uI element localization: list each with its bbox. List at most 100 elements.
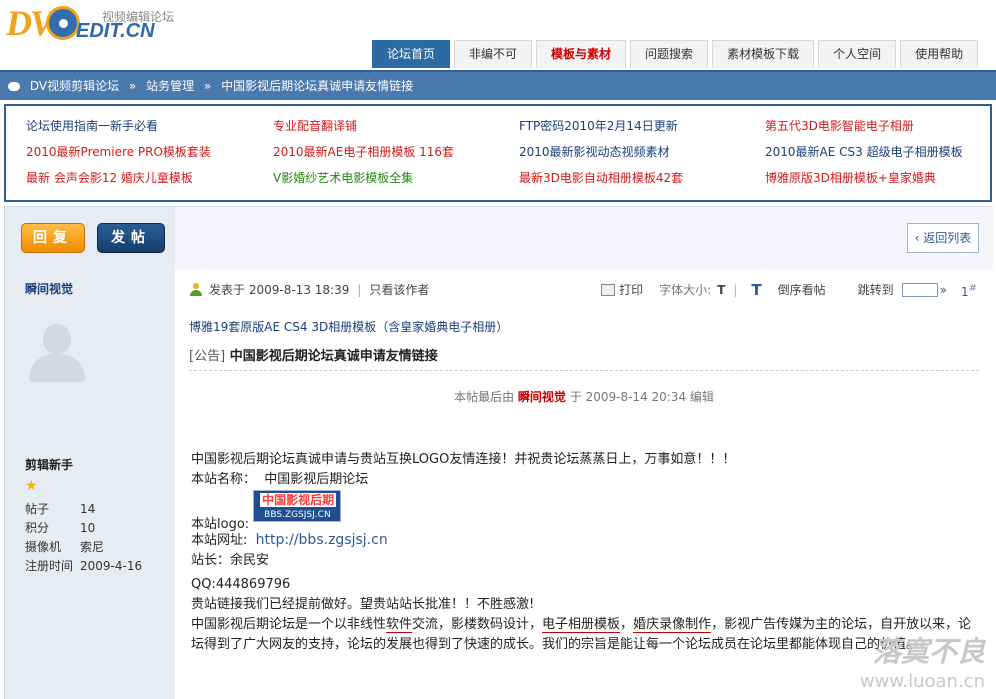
featured-link[interactable]: 最新3D电影自动相册模板42套 (519, 170, 765, 186)
breadcrumb-separator: » (128, 79, 137, 93)
post-body: 中国影视后期论坛真诚申请与贵站互换LOGO友情连接！并祝贵论坛蒸蒸日上，万事如意… (191, 450, 981, 655)
featured-link[interactable]: 2010最新AE电子相册模板 116套 (273, 144, 519, 160)
keyword-link[interactable]: 软件 (386, 617, 413, 633)
posted-label: 发表于 (209, 283, 246, 297)
back-to-list-button[interactable]: ‹ 返回列表 (907, 223, 979, 253)
main-nav: 论坛首页 非编不可 模板与素材 问题搜索 素材模板下载 个人空间 使用帮助 (372, 40, 982, 68)
stat-row: 帖子 14 (25, 500, 142, 519)
edited-time: 2009-8-14 20:34 (585, 390, 687, 404)
featured-link[interactable]: 最新 会声会影12 婚庆儿童模板 (26, 170, 273, 186)
breadcrumb-section[interactable]: 站务管理 (146, 79, 194, 93)
body-line: 贵站链接我们已经提前做好。望贵站站长批准！！不胜感激! (191, 597, 535, 612)
featured-link[interactable]: FTP密码2010年2月14日更新 (519, 118, 765, 134)
body-line: 站长：余民安 (191, 553, 270, 568)
breadcrumb: DV视频剪辑论坛 » 站务管理 » 中国影视后期论坛真诚申请友情链接 (0, 70, 996, 100)
body-line: QQ:444869796 (191, 577, 291, 592)
print-icon[interactable] (601, 284, 616, 296)
url-label: 本站网址: (191, 533, 248, 548)
site-logo[interactable]: DV EDIT.CN 视频编辑论坛 (6, 2, 181, 46)
user-online-icon (189, 283, 203, 297)
featured-link[interactable]: V影婚纱艺术电影模板全集 (273, 170, 519, 186)
site-logo-image[interactable]: 中国影视后期 BBS.ZGSJSJ.CN (253, 490, 342, 522)
rank-star-icon: ★ (25, 478, 38, 494)
keyword-link[interactable]: 婚庆录像制作 (633, 617, 712, 633)
edited-prefix: 本帖最后由 (454, 390, 515, 404)
font-large-button[interactable]: T (751, 280, 761, 300)
posted-time: 2009-8-13 18:39 (248, 283, 350, 297)
only-author-link[interactable]: 只看该作者 (369, 280, 429, 300)
stat-key: 摄像机 (25, 540, 62, 554)
featured-link[interactable]: 专业配音翻译铺 (273, 118, 519, 134)
para-text: 中国影视后期论坛是一个以非线性 (191, 617, 387, 632)
featured-link[interactable]: 2010最新Premiere PRO模板套装 (26, 144, 273, 160)
featured-link[interactable]: 博雅原版3D相册模板+皇家婚典 (765, 170, 986, 186)
breadcrumb-separator: » (203, 79, 212, 93)
edited-mid: 于 (569, 390, 582, 404)
watermark-line2: www.luoan.cn (859, 671, 985, 692)
floor-number: 1# (961, 279, 977, 302)
back-arrow-icon: ‹ (914, 231, 924, 245)
breadcrumb-current[interactable]: 中国影视后期论坛真诚申请友情链接 (221, 79, 413, 93)
breadcrumb-home[interactable]: DV视频剪辑论坛 (30, 79, 119, 93)
nav-tab[interactable]: 非编不可 (454, 40, 533, 68)
logo-image-text: 中国影视后期 (260, 493, 337, 507)
nav-tab[interactable]: 素材模板下载 (712, 40, 815, 68)
new-post-button[interactable]: 发帖 (97, 223, 165, 253)
post-content: 发表于 2009-8-13 18:39 | 只看该作者 打印 字体大小: T |… (175, 270, 993, 699)
nav-tab[interactable]: 模板与素材 (536, 40, 627, 68)
font-size-label: 字体大小: (659, 283, 712, 297)
font-small-button[interactable]: T (717, 280, 725, 300)
keyword-link[interactable]: 电子相册模板 (542, 617, 621, 633)
stat-key: 注册时间 (25, 559, 74, 573)
body-line: 本站名称： 中国影视后期论坛 (191, 470, 981, 490)
stat-row: 摄像机 索尼 (25, 538, 142, 557)
body-line: 本站网址: http://bbs.zgsjsj.cn (191, 530, 981, 551)
stat-value: 2009-4-16 (80, 559, 143, 573)
edited-suffix: 编辑 (689, 390, 714, 404)
site-name-label: 本站名称： (191, 472, 257, 487)
reply-button[interactable]: 回复 (21, 223, 85, 253)
featured-link[interactable]: 2010最新AE CS3 超级电子相册模板 (765, 144, 986, 160)
print-link[interactable]: 打印 (619, 280, 643, 300)
logo-subtitle: 视频编辑论坛 (102, 10, 175, 24)
stat-value: 索尼 (80, 540, 105, 554)
nav-tab[interactable]: 论坛首页 (372, 40, 451, 68)
post-ad-link[interactable]: 博雅19套原版AE CS4 3D相册模板（含皇家婚典电子相册） (189, 318, 508, 335)
site-url-link[interactable]: http://bbs.zgsjsj.cn (256, 532, 388, 548)
toolbar-right: ‹ 返回列表 (175, 206, 993, 270)
featured-link[interactable]: 论坛使用指南一新手必看 (26, 118, 273, 134)
avatar-body (29, 354, 85, 382)
post-title-tag: [公告] (189, 349, 226, 364)
avatar[interactable] (25, 318, 89, 382)
floor-value: 1 (960, 284, 969, 299)
back-to-list-label: 返回列表 (923, 231, 972, 245)
post-title: [公告] 中国影视后期论坛真诚申请友情链接 (189, 345, 438, 364)
jump-input[interactable] (901, 283, 938, 297)
stat-value: 10 (80, 521, 96, 535)
edit-notice: 本帖最后由 瞬间视觉 于 2009-8-14 20:34 编辑 (175, 388, 993, 405)
post-container: 回复 发帖 ‹ 返回列表 瞬间视觉 剪辑新手 ★ 帖子 14 积分 10 摄像机 索尼 注册… (4, 206, 993, 699)
jump-arrow-icon[interactable]: » (940, 280, 947, 300)
para-text: ， (620, 617, 634, 632)
edited-by[interactable]: 瞬间视觉 (518, 390, 566, 404)
author-rank: 剪辑新手 (25, 458, 74, 472)
post-meta: 发表于 2009-8-13 18:39 | 只看该作者 (189, 280, 429, 300)
para-text: 交流，影楼数码设计， (412, 617, 543, 632)
floor-sup: # (968, 282, 977, 294)
featured-link[interactable]: 2010最新影视动态视频素材 (519, 144, 765, 160)
post-tools: 打印 字体大小: T | T 倒序看帖 跳转到 » 1# (601, 280, 977, 300)
reverse-order-link[interactable]: 倒序看帖 (778, 280, 826, 300)
avatar-head (43, 324, 71, 354)
featured-link[interactable]: 第五代3D电影智能电子相册 (765, 118, 986, 134)
author-name[interactable]: 瞬间视觉 (25, 280, 73, 297)
stat-row: 注册时间 2009-4-16 (25, 557, 142, 576)
speech-bubble-icon (8, 82, 20, 91)
meta-divider: | (357, 283, 362, 297)
author-sidebar: 瞬间视觉 剪辑新手 ★ 帖子 14 积分 10 摄像机 索尼 注册时间 2009-4-16 (5, 270, 175, 699)
nav-tab[interactable]: 问题搜索 (630, 40, 709, 68)
nav-tab[interactable]: 个人空间 (818, 40, 897, 68)
nav-tab[interactable]: 使用帮助 (900, 40, 979, 68)
site-header: DV EDIT.CN 视频编辑论坛 论坛首页 非编不可 模板与素材 问题搜索 素材模板下… (0, 0, 996, 70)
stat-value: 14 (80, 502, 96, 516)
stat-row: 积分 10 (25, 519, 142, 538)
